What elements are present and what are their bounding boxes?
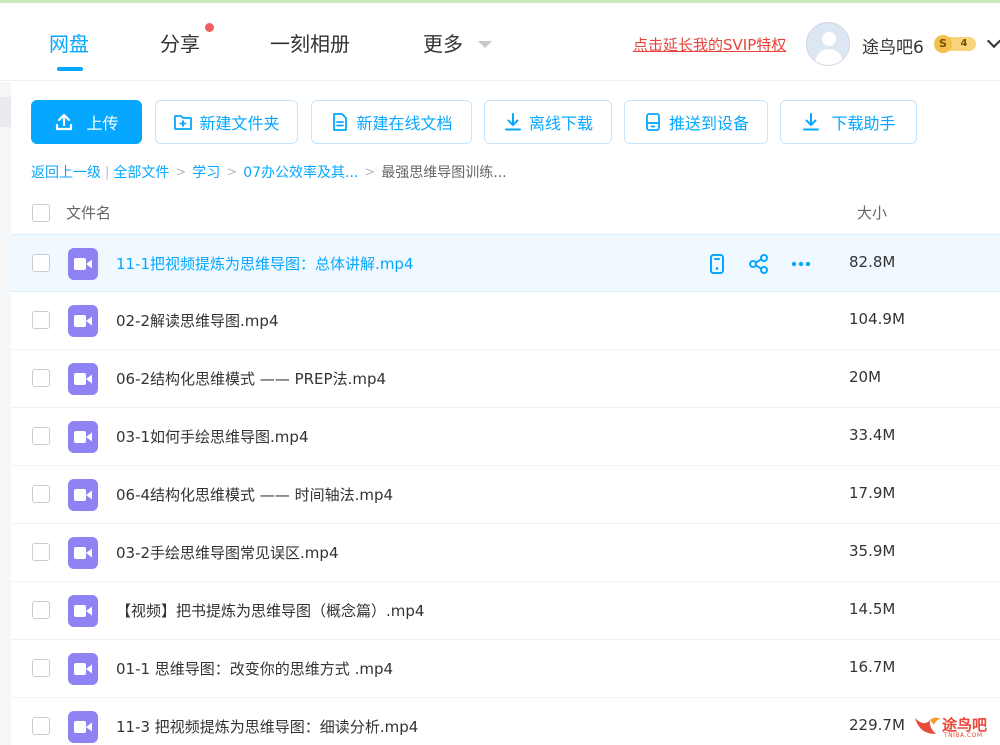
row-checkbox[interactable] xyxy=(32,427,50,445)
breadcrumb-divider: | xyxy=(105,164,110,180)
breadcrumb-all-files[interactable]: 全部文件 xyxy=(113,162,169,182)
upload-icon xyxy=(56,113,73,131)
breadcrumb-separator: > xyxy=(364,164,376,180)
breadcrumb: 返回上一级 | 全部文件 > 学习 > 07办公效率及其... > 最强思维导图… xyxy=(31,162,507,182)
file-size: 33.4M xyxy=(849,426,896,444)
left-sidebar-strip xyxy=(0,82,11,745)
table-row[interactable]: 03-1如何手绘思维导图.mp4 33.4M xyxy=(11,408,1000,466)
tab-album[interactable]: 一刻相册 xyxy=(270,28,350,57)
watermark-logo: 途鸟吧 TNIBA.COM xyxy=(912,712,998,742)
table-row[interactable]: 11-3 把视频提炼为思维导图：细读分析.mp4 229.7M xyxy=(11,698,1000,745)
download-icon xyxy=(504,113,521,131)
file-name[interactable]: 02-2解读思维导图.mp4 xyxy=(116,310,279,331)
push-device-icon[interactable] xyxy=(705,252,729,276)
file-name[interactable]: 【视频】把书提炼为思维导图（概念篇）.mp4 xyxy=(116,600,424,621)
file-size: 35.9M xyxy=(849,542,896,560)
table-row[interactable]: 【视频】把书提炼为思维导图（概念篇）.mp4 14.5M xyxy=(11,582,1000,640)
video-file-icon xyxy=(68,421,98,453)
row-checkbox[interactable] xyxy=(32,485,50,503)
tab-share[interactable]: 分享 xyxy=(160,28,200,57)
column-filename[interactable]: 文件名 xyxy=(66,202,111,223)
share-icon[interactable] xyxy=(747,252,771,276)
vip-letter: S xyxy=(934,35,952,53)
file-name[interactable]: 03-2手绘思维导图常见误区.mp4 xyxy=(116,542,339,563)
table-row[interactable]: 06-2结构化思维模式 —— PREP法.mp4 20M xyxy=(11,350,1000,408)
row-checkbox[interactable] xyxy=(32,254,50,272)
file-name[interactable]: 11-1把视频提炼为思维导图：总体讲解.mp4 xyxy=(116,253,414,274)
bird-logo-icon xyxy=(915,717,940,734)
push-to-device-button[interactable]: 推送到设备 xyxy=(624,100,768,144)
offline-download-label: 离线下载 xyxy=(528,114,593,133)
upload-label: 上传 xyxy=(86,114,119,133)
table-row[interactable]: 02-2解读思维导图.mp4 104.9M xyxy=(11,292,1000,350)
device-icon xyxy=(646,113,660,131)
row-checkbox[interactable] xyxy=(32,601,50,619)
upload-button[interactable]: 上传 xyxy=(31,100,142,144)
file-size: 82.8M xyxy=(849,253,896,271)
file-name[interactable]: 01-1 思维导图：改变你的思维方式 .mp4 xyxy=(116,658,393,679)
download-helper-button[interactable]: 下载助手 xyxy=(780,100,917,144)
tab-netdisk[interactable]: 网盘 xyxy=(49,28,89,57)
new-folder-button[interactable]: 新建文件夹 xyxy=(155,100,298,144)
video-file-icon xyxy=(68,363,98,395)
column-size[interactable]: 大小 xyxy=(857,202,887,223)
new-online-doc-label: 新建在线文档 xyxy=(356,114,453,133)
new-folder-label: 新建文件夹 xyxy=(199,114,280,133)
video-file-icon xyxy=(68,537,98,569)
breadcrumb-office-efficiency[interactable]: 07办公效率及其... xyxy=(243,162,358,182)
breadcrumb-study[interactable]: 学习 xyxy=(192,162,220,182)
offline-download-button[interactable]: 离线下载 xyxy=(484,100,612,144)
avatar[interactable] xyxy=(806,22,850,66)
file-size: 14.5M xyxy=(849,600,896,618)
file-size: 229.7M xyxy=(849,716,905,734)
file-size: 16.7M xyxy=(849,658,896,676)
file-name[interactable]: 11-3 把视频提炼为思维导图：细读分析.mp4 xyxy=(116,716,418,737)
row-actions xyxy=(705,252,813,276)
breadcrumb-back-link[interactable]: 返回上一级 xyxy=(31,162,101,182)
table-row[interactable]: 03-2手绘思维导图常见误区.mp4 35.9M xyxy=(11,524,1000,582)
breadcrumb-separator: > xyxy=(175,164,187,180)
watermark-subtext: TNIBA.COM xyxy=(944,732,983,739)
username[interactable]: 途鸟吧6 xyxy=(862,33,924,58)
row-checkbox[interactable] xyxy=(32,369,50,387)
more-caret-icon[interactable] xyxy=(478,41,492,48)
tab-more[interactable]: 更多 xyxy=(423,28,463,57)
video-file-icon xyxy=(68,595,98,627)
row-checkbox[interactable] xyxy=(32,717,50,735)
file-name[interactable]: 03-1如何手绘思维导图.mp4 xyxy=(116,426,309,447)
share-notification-dot xyxy=(205,23,214,32)
more-options-icon[interactable] xyxy=(789,252,813,276)
table-row[interactable]: 01-1 思维导图：改变你的思维方式 .mp4 16.7M xyxy=(11,640,1000,698)
file-size: 20M xyxy=(849,368,882,386)
table-row[interactable]: 06-4结构化思维模式 —— 时间轴法.mp4 17.9M xyxy=(11,466,1000,524)
file-list-header: 文件名 大小 xyxy=(11,192,1000,234)
video-file-icon xyxy=(68,653,98,685)
file-size: 104.9M xyxy=(849,310,905,328)
video-file-icon xyxy=(68,711,98,743)
svip-renew-link[interactable]: 点击延长我的SVIP特权 xyxy=(633,34,786,55)
breadcrumb-current: 最强思维导图训练... xyxy=(381,165,507,181)
file-name[interactable]: 06-2结构化思维模式 —— PREP法.mp4 xyxy=(116,368,386,389)
row-checkbox[interactable] xyxy=(32,659,50,677)
new-online-doc-button[interactable]: 新建在线文档 xyxy=(311,100,472,144)
row-checkbox[interactable] xyxy=(32,543,50,561)
file-name[interactable]: 06-4结构化思维模式 —— 时间轴法.mp4 xyxy=(116,484,393,505)
push-to-device-label: 推送到设备 xyxy=(668,114,749,133)
active-tab-indicator xyxy=(57,67,83,71)
user-menu-chevron-icon[interactable] xyxy=(986,33,1000,49)
video-file-icon xyxy=(68,248,98,280)
download-helper-icon xyxy=(803,113,820,131)
row-checkbox[interactable] xyxy=(32,311,50,329)
breadcrumb-separator: > xyxy=(226,164,238,180)
file-size: 17.9M xyxy=(849,484,896,502)
table-row[interactable]: 11-1把视频提炼为思维导图：总体讲解.mp4 82.8M xyxy=(11,234,1000,292)
video-file-icon xyxy=(68,479,98,511)
select-all-checkbox[interactable] xyxy=(32,204,50,222)
video-file-icon xyxy=(68,305,98,337)
download-helper-label: 下载助手 xyxy=(831,114,896,133)
document-icon xyxy=(333,113,348,131)
folder-plus-icon xyxy=(174,115,193,130)
vip-badge: S 4 xyxy=(934,35,976,53)
header: 网盘 分享 一刻相册 更多 点击延长我的SVIP特权 途鸟吧6 S 4 xyxy=(0,3,1000,81)
